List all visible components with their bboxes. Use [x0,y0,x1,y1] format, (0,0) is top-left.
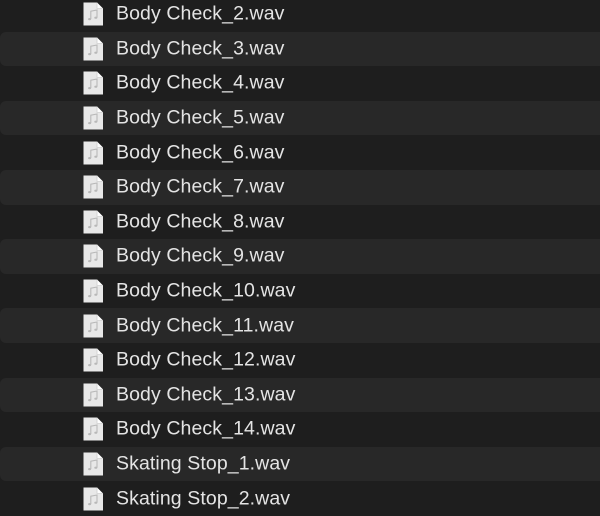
file-row[interactable]: Body Check_9.wav [0,239,600,274]
file-name: Body Check_6.wav [116,141,285,164]
file-row[interactable]: Body Check_5.wav [0,100,600,136]
file-row[interactable]: Body Check_12.wav [0,342,600,378]
file-name: Body Check_9.wav [116,244,285,267]
audio-file-icon [82,279,104,303]
audio-file-icon [82,244,104,268]
file-name: Body Check_3.wav [116,37,285,60]
file-name: Body Check_7.wav [116,175,285,198]
file-name: Body Check_8.wav [116,210,285,233]
file-row[interactable]: Body Check_11.wav [0,308,600,343]
file-name: Skating Stop_2.wav [116,487,291,510]
file-name: Body Check_14.wav [116,417,296,440]
file-row[interactable]: Body Check_14.wav [0,412,600,447]
audio-file-icon [82,314,104,338]
file-list: Body Check_2.wav Body Check_3.wav Body C… [0,0,600,516]
file-row[interactable]: Body Check_2.wav [0,0,600,32]
file-row[interactable]: Body Check_6.wav [0,135,600,170]
file-name: Body Check_11.wav [116,314,295,337]
file-name: Body Check_2.wav [116,2,285,25]
file-row[interactable]: Skating Stop_1.wav [0,446,600,482]
file-row[interactable]: Body Check_4.wav [0,66,600,101]
file-row[interactable]: Body Check_3.wav [0,31,600,67]
audio-file-icon [82,487,104,511]
audio-file-icon [82,175,104,199]
file-row[interactable]: Body Check_8.wav [0,204,600,240]
audio-file-icon [82,37,104,61]
file-name: Skating Stop_1.wav [116,452,291,475]
file-name: Body Check_5.wav [116,106,285,129]
audio-file-icon [82,106,104,130]
file-row[interactable]: Skating Stop_2.wav [0,481,600,516]
audio-file-icon [82,2,104,26]
file-row[interactable]: Body Check_13.wav [0,377,600,413]
file-row[interactable]: Body Check_7.wav [0,169,600,205]
audio-file-icon [82,210,104,234]
file-row[interactable]: Body Check_10.wav [0,273,600,309]
audio-file-icon [82,141,104,165]
file-name: Body Check_13.wav [116,383,296,406]
audio-file-icon [82,71,104,95]
file-name: Body Check_4.wav [116,71,285,94]
audio-file-icon [82,383,104,407]
audio-file-icon [82,417,104,441]
file-name: Body Check_12.wav [116,348,296,371]
file-name: Body Check_10.wav [116,279,296,302]
audio-file-icon [82,348,104,372]
audio-file-icon [82,452,104,476]
